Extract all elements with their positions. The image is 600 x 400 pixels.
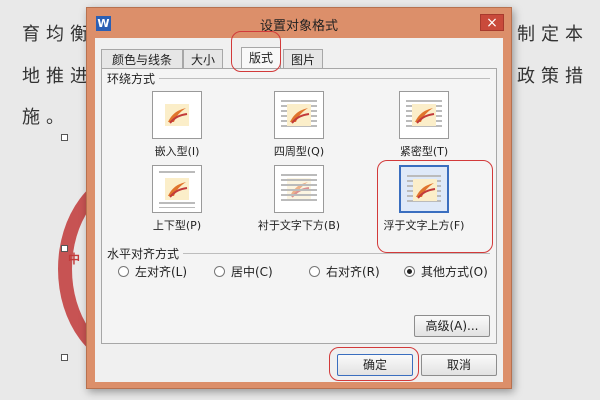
tab-layout[interactable]: 版式: [241, 47, 281, 69]
wrap-in-front-of-text-button[interactable]: [399, 165, 449, 213]
dialog-body: 颜色与线条 大小 版式 图片 环绕方式 嵌入型(I) 四周型(Q) 紧密型(T)…: [95, 38, 503, 382]
layout-tab-panel: 环绕方式 嵌入型(I) 四周型(Q) 紧密型(T) 上下型(P) 衬于文字下方(…: [101, 68, 497, 344]
doc-line-1-right: 制定本: [517, 24, 589, 45]
wrap-top-bottom-label: 上下型(P): [152, 219, 202, 232]
wrap-tight-label: 紧密型(T): [399, 145, 449, 158]
cancel-button[interactable]: 取消: [421, 354, 497, 376]
seal-text: 中: [68, 252, 81, 266]
wrap-square-label: 四周型(Q): [273, 145, 325, 158]
close-button[interactable]: ×: [480, 14, 504, 31]
radio-button[interactable]: [118, 266, 129, 277]
radio-button[interactable]: [214, 266, 225, 277]
align-group-label: 水平对齐方式: [107, 245, 184, 262]
ok-button[interactable]: 确定: [337, 354, 413, 376]
tab-size[interactable]: 大小: [183, 49, 223, 69]
wrap-behind-text-button[interactable]: [274, 165, 324, 213]
tab-picture[interactable]: 图片: [283, 49, 323, 69]
advanced-button[interactable]: 高级(A)...: [414, 315, 490, 337]
doc-line-2-left: 地推进: [22, 66, 94, 87]
format-object-dialog: W 设置对象格式 × 颜色与线条 大小 版式 图片 环绕方式 嵌入型(I) 四周…: [86, 7, 512, 389]
picture-icon: [165, 104, 189, 126]
wrap-inline-label: 嵌入型(I): [154, 145, 200, 158]
wrap-tight-button[interactable]: [399, 91, 449, 139]
doc-line-3: 施。: [22, 107, 70, 128]
wrap-in-front-of-text-label: 浮于文字上方(F): [383, 219, 465, 232]
wrap-square-button[interactable]: [274, 91, 324, 139]
resize-handle[interactable]: [61, 245, 68, 252]
align-other-label: 其他方式(O): [421, 265, 488, 279]
wrap-behind-text-label: 衬于文字下方(B): [257, 219, 341, 232]
picture-icon: [287, 104, 311, 126]
text-lines: [281, 174, 317, 204]
align-right-option[interactable]: 右对齐(R): [309, 263, 380, 280]
wrap-inline-button[interactable]: [152, 91, 202, 139]
radio-button[interactable]: [309, 266, 320, 277]
group-divider: [108, 78, 490, 79]
align-center-option[interactable]: 居中(C): [214, 263, 273, 280]
wrap-top-bottom-button[interactable]: [152, 165, 202, 213]
close-icon: ×: [486, 15, 498, 31]
doc-line-2-right: 政策措: [517, 66, 589, 87]
resize-handle[interactable]: [61, 134, 68, 141]
align-right-label: 右对齐(R): [326, 265, 380, 279]
tab-colors-lines[interactable]: 颜色与线条: [101, 49, 183, 69]
text-lines: [159, 202, 195, 208]
align-other-option[interactable]: 其他方式(O): [404, 263, 488, 280]
title-bar[interactable]: W 设置对象格式 ×: [87, 8, 511, 38]
picture-icon: [413, 179, 437, 201]
doc-line-1-left: 育均衡: [22, 24, 94, 45]
align-left-label: 左对齐(L): [135, 265, 188, 279]
text-lines: [159, 171, 195, 176]
align-center-label: 居中(C): [231, 265, 273, 279]
picture-icon: [165, 178, 189, 200]
wrap-group-label: 环绕方式: [107, 70, 160, 87]
picture-icon: [412, 104, 436, 126]
radio-button[interactable]: [404, 266, 415, 277]
resize-handle[interactable]: [61, 354, 68, 361]
dialog-title: 设置对象格式: [259, 19, 338, 34]
align-left-option[interactable]: 左对齐(L): [118, 263, 187, 280]
